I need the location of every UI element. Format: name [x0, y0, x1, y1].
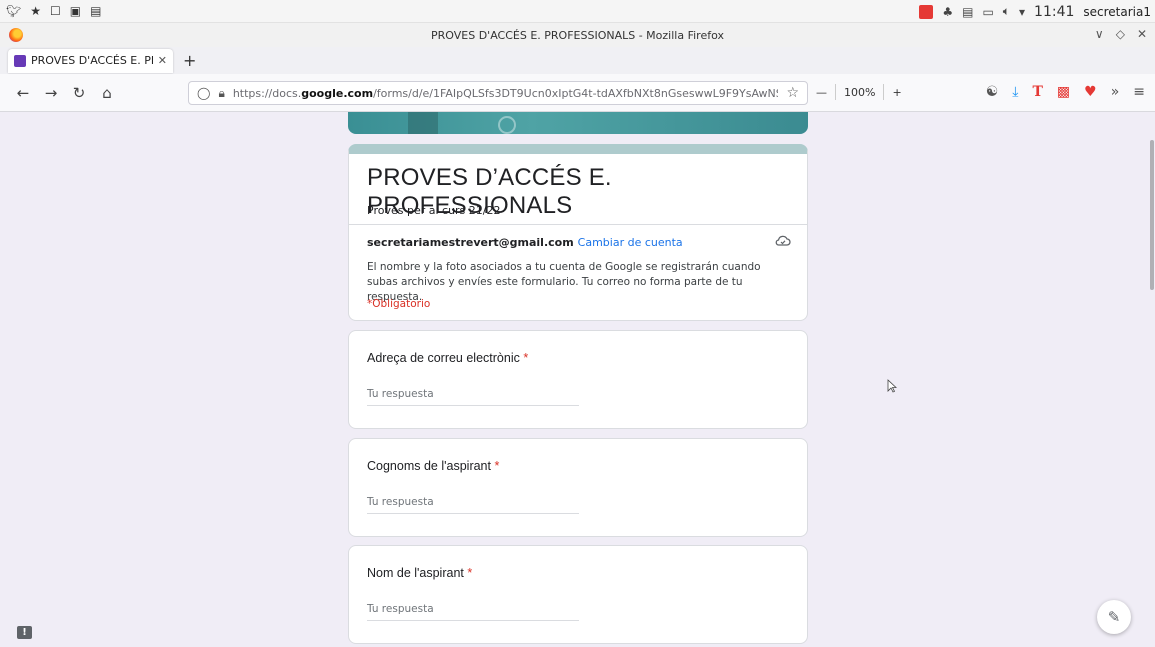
- printer-icon[interactable]: ▤: [90, 5, 101, 17]
- google-forms-favicon-icon: [14, 54, 26, 67]
- back-icon[interactable]: ←: [12, 84, 34, 102]
- reload-icon[interactable]: ↻: [68, 84, 90, 102]
- form-description: Proves per al curs 21/22: [367, 204, 501, 217]
- question-label: Cognoms de l'aspirant *: [367, 459, 499, 473]
- window-controls: ∨ ◇ ✕: [1095, 27, 1147, 41]
- page-content: PROVES D’ACCÉS E. PROFESSIONALS Proves p…: [0, 112, 1155, 647]
- pocket-icon[interactable]: ☯: [986, 84, 999, 100]
- window-title: PROVES D'ACCÉS E. PROFESSIONALS - Mozill…: [431, 28, 724, 42]
- scrollbar[interactable]: [1147, 112, 1155, 647]
- tab-forms[interactable]: PROVES D'ACCÉS E. PROFES ✕: [8, 48, 173, 73]
- zoom-level[interactable]: 100%: [844, 86, 875, 99]
- required-asterisk: *: [467, 566, 473, 580]
- anydesk-tray-icon[interactable]: [919, 4, 934, 19]
- switch-account-link[interactable]: Cambiar de cuenta: [578, 236, 683, 249]
- scrollbar-thumb[interactable]: [1150, 140, 1154, 290]
- account-line: secretariamestrevert@gmail.com Cambiar de…: [367, 236, 683, 249]
- zoom-in-button[interactable]: +: [892, 86, 901, 99]
- lock-icon[interactable]: 🔒︎: [218, 86, 224, 101]
- window-icon[interactable]: ☐: [50, 5, 61, 17]
- question-text: Nom de l'aspirant: [367, 566, 464, 580]
- cloud-saved-icon[interactable]: [775, 234, 791, 248]
- download-icon[interactable]: ⤓: [1012, 84, 1018, 100]
- url-bar[interactable]: ◯ 🔒︎ https://docs.google.com/forms/d/e/1…: [188, 81, 808, 105]
- required-note: *Obligatorio: [367, 298, 431, 310]
- question-text: Adreça de correu electrònic: [367, 351, 520, 365]
- pencil-icon: ✎: [1107, 608, 1121, 626]
- url-domain: google.com: [301, 86, 374, 100]
- question-label: Nom de l'aspirant *: [367, 566, 472, 580]
- network-tray-icon[interactable]: ♣: [942, 5, 953, 19]
- tab-strip: PROVES D'ACCÉS E. PROFES ✕ +: [0, 47, 1155, 74]
- zoom-out-button[interactable]: —: [816, 86, 827, 99]
- form-header-card: PROVES D’ACCÉS E. PROFESSIONALS Proves p…: [348, 144, 808, 321]
- display-tray-icon[interactable]: ▭: [982, 5, 993, 19]
- translate-extension-icon[interactable]: T: [1032, 84, 1042, 100]
- system-launchers: 🐦︎ ★ ☐ ▣ ▤: [0, 5, 101, 17]
- new-tab-button[interactable]: +: [183, 51, 196, 70]
- question-card-name: Nom de l'aspirant * Tu respuesta: [348, 545, 808, 644]
- email-field[interactable]: Tu respuesta: [367, 388, 579, 406]
- minimize-icon[interactable]: ∨: [1095, 27, 1104, 41]
- report-problem-icon[interactable]: !: [17, 626, 32, 639]
- overflow-menu-icon[interactable]: »: [1111, 84, 1120, 100]
- firefox-logo-icon[interactable]: [9, 28, 23, 42]
- system-tray: ♣ ▤ ▭ 🔈︎ ▾ 11:41 secretaria1: [919, 0, 1151, 23]
- hamburger-menu-icon[interactable]: ≡: [1133, 84, 1145, 100]
- required-asterisk: *: [523, 351, 529, 365]
- question-text: Cognoms de l'aspirant: [367, 459, 491, 473]
- name-field[interactable]: Tu respuesta: [367, 603, 579, 621]
- close-tab-icon[interactable]: ✕: [158, 54, 167, 67]
- star-icon[interactable]: ★: [30, 5, 41, 17]
- clipboard-tray-icon[interactable]: ▤: [962, 5, 973, 19]
- bird-icon[interactable]: 🐦︎: [6, 5, 21, 17]
- url-path: /forms/d/e/1FAIpQLSfs3DT9Ucn0xIptG4t-tdA…: [373, 86, 778, 100]
- mouse-cursor-icon: [887, 379, 897, 393]
- privacy-notice: El nombre y la foto asociados a tu cuent…: [367, 261, 761, 303]
- url-prefix: https://docs.: [232, 86, 302, 100]
- url-text[interactable]: https://docs.google.com/forms/d/e/1FAIpQ…: [233, 87, 779, 100]
- close-window-icon[interactable]: ✕: [1137, 27, 1147, 41]
- question-label: Adreça de correu electrònic *: [367, 351, 528, 365]
- tab-label: PROVES D'ACCÉS E. PROFES: [31, 54, 153, 67]
- home-icon[interactable]: ⌂: [96, 84, 118, 102]
- required-asterisk: *: [494, 459, 500, 473]
- video-extension-icon[interactable]: ▩: [1057, 84, 1070, 100]
- adblock-extension-icon[interactable]: ♥: [1084, 84, 1097, 100]
- bookmark-star-icon[interactable]: ☆: [786, 85, 799, 101]
- app-icon[interactable]: ▣: [70, 5, 81, 17]
- forward-icon[interactable]: →: [40, 84, 62, 102]
- maximize-icon[interactable]: ◇: [1116, 27, 1125, 41]
- username[interactable]: secretaria1: [1083, 5, 1151, 19]
- clock[interactable]: 11:41: [1034, 4, 1074, 20]
- tray-menu-chevron-icon[interactable]: ▾: [1019, 5, 1025, 19]
- account-email: secretariamestrevert@gmail.com: [367, 236, 574, 249]
- edit-pencil-button[interactable]: ✎: [1097, 600, 1131, 634]
- shield-icon[interactable]: ◯: [197, 86, 210, 100]
- divider: [349, 224, 807, 225]
- surnames-field[interactable]: Tu respuesta: [367, 496, 579, 514]
- zoom-controls: — 100% +: [816, 84, 902, 100]
- volume-tray-icon[interactable]: 🔈︎: [1003, 4, 1010, 19]
- question-card-email: Adreça de correu electrònic * Tu respues…: [348, 330, 808, 429]
- extensions-toolbar: ☯ ⤓ T ▩ ♥ » ≡: [986, 84, 1145, 100]
- question-card-surnames: Cognoms de l'aspirant * Tu respuesta: [348, 438, 808, 537]
- form-header-image: [348, 112, 808, 134]
- system-panel: 🐦︎ ★ ☐ ▣ ▤ ♣ ▤ ▭ 🔈︎ ▾ 11:41 secretaria1: [0, 0, 1155, 23]
- window-titlebar: PROVES D'ACCÉS E. PROFESSIONALS - Mozill…: [0, 23, 1155, 47]
- navigation-toolbar: ← → ↻ ⌂ ◯ 🔒︎ https://docs.google.com/for…: [0, 74, 1155, 112]
